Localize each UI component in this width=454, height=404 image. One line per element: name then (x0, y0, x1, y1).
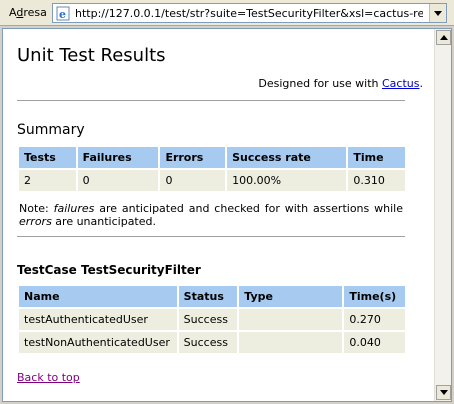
page-viewport: Unit Test Results Designed for use with … (2, 28, 452, 402)
cell-success-rate: 100.00% (227, 170, 347, 191)
col-failures: Failures (77, 147, 159, 168)
cell-type (239, 332, 343, 353)
page-title: Unit Test Results (17, 45, 166, 66)
summary-heading: Summary (17, 122, 85, 138)
col-name: Name (19, 286, 177, 307)
scroll-up-button[interactable] (436, 30, 451, 45)
table-row: testAuthenticatedUser Success 0.270 (19, 309, 405, 330)
testcase-header-row: Name Status Type Time(s) (19, 286, 405, 307)
cell-errors: 0 (160, 170, 226, 191)
cell-name: testAuthenticatedUser (19, 309, 177, 330)
scroll-up-arrow-icon (439, 35, 448, 40)
summary-table: Tests Failures Errors Success rate Time … (17, 145, 407, 193)
summary-row: 2 0 0 100.00% 0.310 (19, 170, 405, 191)
cell-time: 0.310 (348, 170, 405, 191)
col-tests: Tests (19, 147, 76, 168)
scroll-down-button[interactable] (436, 385, 451, 400)
col-status: Status (178, 286, 238, 307)
chevron-down-icon (434, 10, 442, 16)
address-url[interactable]: http://127.0.0.1/test/str?suite=TestSecu… (75, 7, 423, 20)
summary-note: Note: failures are anticipated and check… (19, 202, 403, 228)
designed-for-text: Designed for use with Cactus. (258, 77, 423, 90)
col-time-s: Time(s) (344, 286, 405, 307)
address-dropdown-button[interactable] (429, 4, 446, 22)
col-time: Time (348, 147, 405, 168)
summary-header-row: Tests Failures Errors Success rate Time (19, 147, 405, 168)
cell-tests: 2 (19, 170, 76, 191)
col-errors: Errors (160, 147, 226, 168)
address-input[interactable]: e http://127.0.0.1/test/str?suite=TestSe… (52, 3, 447, 23)
address-bar: Adresa e http://127.0.0.1/test/str?suite… (0, 0, 454, 26)
col-type: Type (239, 286, 343, 307)
divider-middle (17, 236, 405, 237)
ie-page-icon: e (56, 6, 70, 21)
testcase-heading: TestCase TestSecurityFilter (17, 263, 201, 277)
divider-top (17, 100, 405, 101)
table-row: testNonAuthenticatedUser Success 0.040 (19, 332, 405, 353)
cell-status: Success (178, 309, 238, 330)
cell-name: testNonAuthenticatedUser (19, 332, 177, 353)
cell-time: 0.270 (344, 309, 405, 330)
address-label: Adresa (9, 6, 47, 19)
cell-failures: 0 (77, 170, 159, 191)
col-success-rate: Success rate (227, 147, 347, 168)
cell-status: Success (178, 332, 238, 353)
back-to-top-link[interactable]: Back to top (17, 371, 80, 384)
cell-time: 0.040 (344, 332, 405, 353)
page-content: Unit Test Results Designed for use with … (3, 29, 433, 401)
vertical-scrollbar[interactable] (434, 29, 451, 401)
scroll-down-arrow-icon (439, 390, 448, 395)
svg-text:e: e (59, 8, 66, 21)
cell-type (239, 309, 343, 330)
cactus-link[interactable]: Cactus (382, 77, 420, 90)
testcase-table: Name Status Type Time(s) testAuthenticat… (17, 284, 407, 355)
